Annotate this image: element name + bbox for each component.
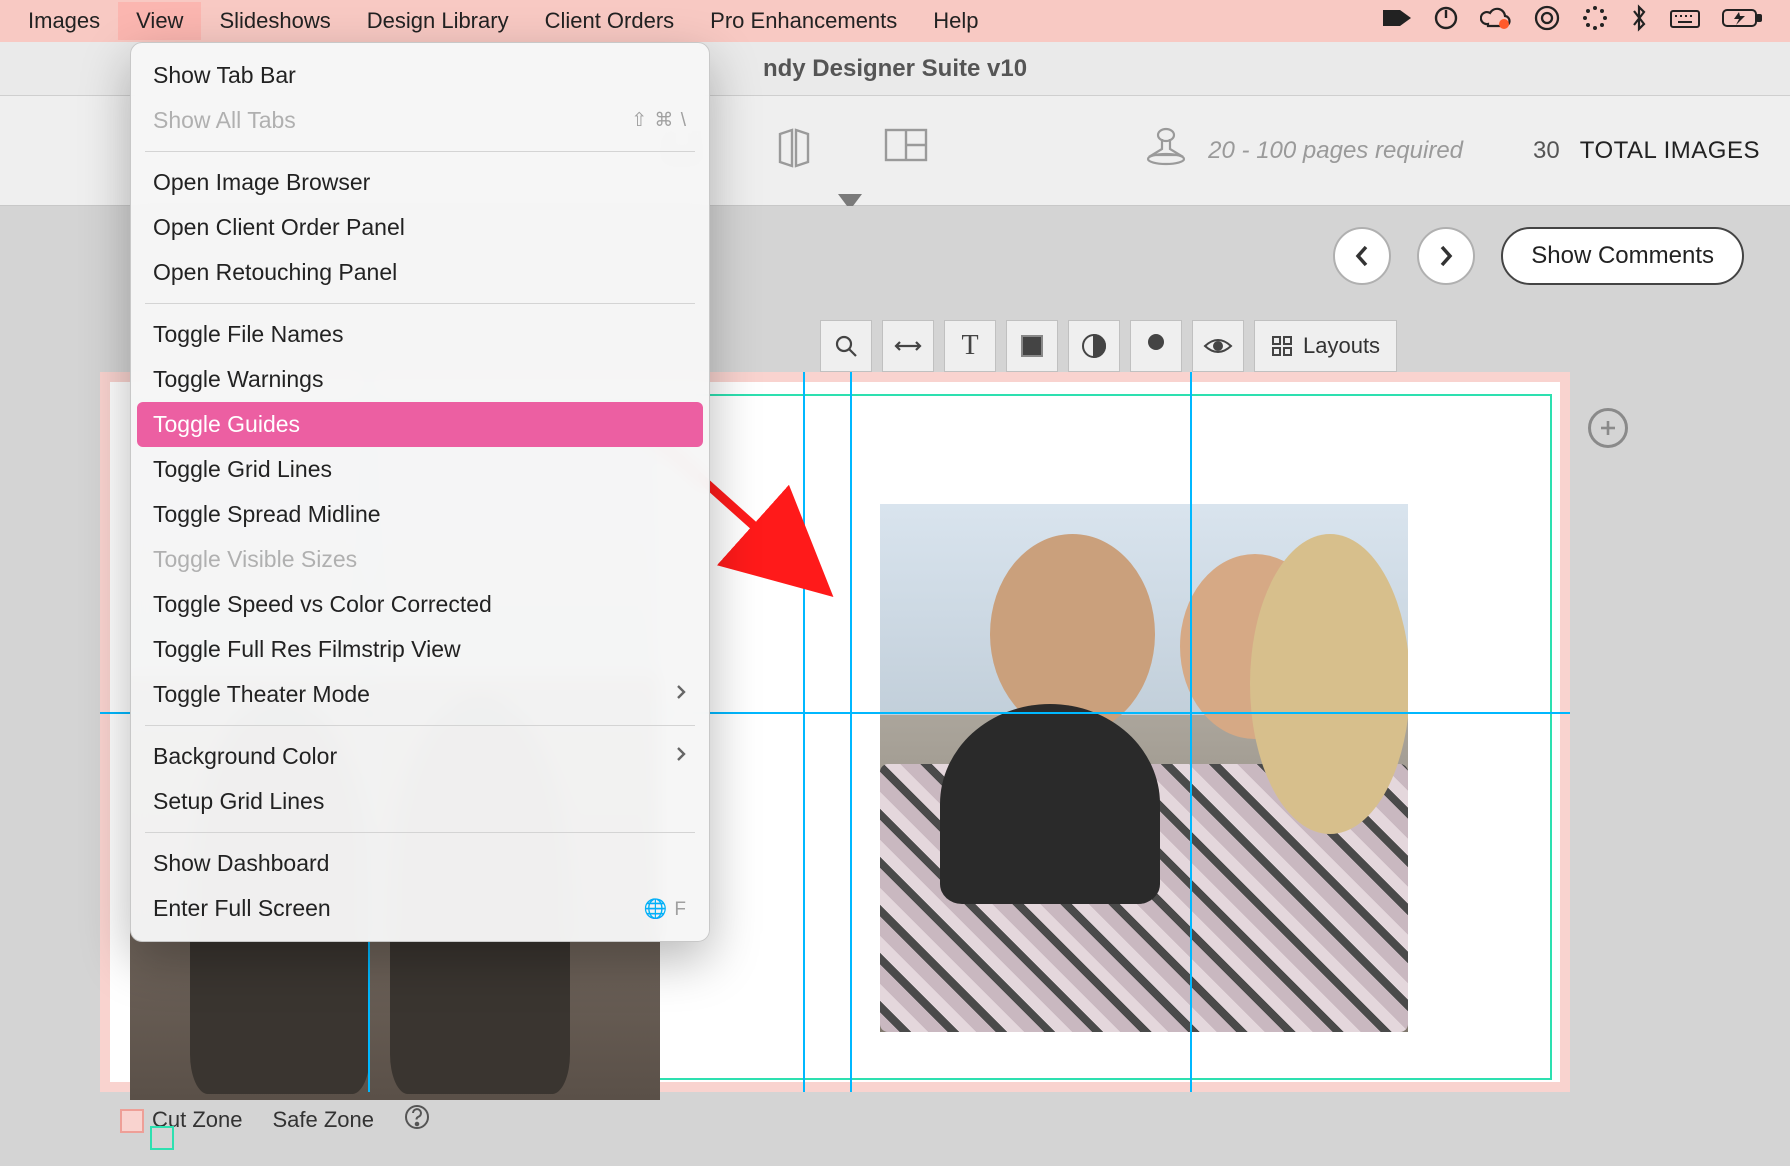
right-page-photo[interactable] — [880, 504, 1408, 1032]
menu-item-label: Toggle Speed vs Color Corrected — [153, 591, 492, 618]
safe-zone-legend: Safe Zone — [273, 1107, 375, 1133]
menu-item-label: Background Color — [153, 743, 337, 770]
menu-item-label: Toggle Spread Midline — [153, 501, 381, 528]
menubar: Images View Slideshows Design Library Cl… — [0, 0, 1790, 42]
menu-item-label: Toggle Theater Mode — [153, 681, 370, 708]
view-menu-item[interactable]: Toggle Warnings — [131, 357, 709, 402]
layouts-label: Layouts — [1303, 333, 1380, 359]
menu-item-label: Toggle Visible Sizes — [153, 546, 357, 573]
view-menu-item[interactable]: Toggle File Names — [131, 312, 709, 357]
menu-item-label: Show Tab Bar — [153, 62, 296, 89]
menu-images[interactable]: Images — [10, 2, 118, 40]
menu-item-label: Open Image Browser — [153, 169, 370, 196]
flag-icon[interactable] — [1382, 7, 1412, 35]
canvas-tool-row: T Layouts — [820, 320, 1397, 372]
menu-help[interactable]: Help — [915, 2, 996, 40]
menu-pro-enhancements[interactable]: Pro Enhancements — [692, 2, 915, 40]
view-menu-item[interactable]: Toggle Spread Midline — [131, 492, 709, 537]
pages-required-label: 20 - 100 pages required — [1208, 137, 1463, 165]
menu-item-label: Toggle Grid Lines — [153, 456, 332, 483]
loading-icon[interactable] — [1582, 5, 1608, 37]
pages-icon[interactable] — [774, 126, 814, 175]
keyboard-icon[interactable] — [1670, 7, 1700, 35]
menu-view[interactable]: View — [118, 2, 201, 40]
preview-tool[interactable] — [1192, 320, 1244, 372]
guide-vertical — [850, 372, 852, 1092]
view-menu-item[interactable]: Show Tab Bar — [131, 53, 709, 98]
cloud-sync-icon[interactable] — [1480, 6, 1512, 36]
swap-tool[interactable] — [882, 320, 934, 372]
view-menu-item[interactable]: Toggle Grid Lines — [131, 447, 709, 492]
chevron-right-icon — [675, 746, 687, 767]
view-menu-item[interactable]: Toggle Speed vs Color Corrected — [131, 582, 709, 627]
help-icon[interactable] — [404, 1104, 430, 1136]
fill-tool[interactable] — [1006, 320, 1058, 372]
bluetooth-icon[interactable] — [1630, 4, 1648, 38]
menu-shortcut: 🌐 F — [643, 897, 687, 921]
status-icons — [1382, 4, 1790, 38]
show-comments-label: Show Comments — [1531, 242, 1714, 270]
target-icon[interactable] — [1534, 5, 1560, 37]
menu-slideshows[interactable]: Slideshows — [201, 2, 348, 40]
menu-design-library[interactable]: Design Library — [349, 2, 527, 40]
view-menu-item: Show All Tabs ⇧ ⌘ \ — [131, 98, 709, 143]
menu-client-orders[interactable]: Client Orders — [527, 2, 693, 40]
power-icon[interactable] — [1434, 6, 1458, 36]
view-menu-item: Toggle Visible Sizes — [131, 537, 709, 582]
view-menu-item[interactable]: Open Retouching Panel — [131, 250, 709, 295]
guide-vertical — [803, 372, 805, 1092]
guide-vertical — [1190, 372, 1192, 1092]
view-menu-item[interactable]: Open Client Order Panel — [131, 205, 709, 250]
menu-shortcut: ⇧ ⌘ \ — [631, 109, 687, 132]
view-menu-item[interactable]: Background Color — [131, 734, 709, 779]
contrast-tool[interactable] — [1068, 320, 1120, 372]
menu-item-label: Setup Grid Lines — [153, 788, 324, 815]
next-page-button[interactable] — [1417, 227, 1475, 285]
battery-icon[interactable] — [1722, 7, 1762, 35]
cut-zone-legend: Cut Zone — [120, 1107, 243, 1133]
view-menu-item[interactable]: Setup Grid Lines — [131, 779, 709, 824]
view-menu-item[interactable]: Toggle Guides — [137, 402, 703, 447]
view-menu-item[interactable]: Show Dashboard — [131, 841, 709, 886]
pin-tool[interactable] — [1130, 320, 1182, 372]
total-images-count: 30 — [1533, 137, 1560, 165]
menu-item-label: Enter Full Screen — [153, 895, 331, 922]
menu-item-label: Toggle Guides — [153, 411, 300, 438]
view-menu-item[interactable]: Toggle Full Res Filmstrip View — [131, 627, 709, 672]
view-menu-item[interactable]: Open Image Browser — [131, 160, 709, 205]
zone-legend: Cut Zone Safe Zone — [120, 1104, 430, 1136]
menu-item-label: Open Client Order Panel — [153, 214, 405, 241]
view-menu-item[interactable]: Enter Full Screen 🌐 F — [131, 886, 709, 931]
window-title: ndy Designer Suite v10 — [763, 55, 1027, 83]
chevron-right-icon — [675, 684, 687, 705]
menu-item-label: Toggle File Names — [153, 321, 343, 348]
total-images-label: TOTAL IMAGES — [1580, 137, 1760, 165]
layout-grid-icon[interactable] — [884, 126, 928, 175]
menu-item-label: Toggle Full Res Filmstrip View — [153, 636, 461, 663]
zoom-tool[interactable] — [820, 320, 872, 372]
view-menu-item[interactable]: Toggle Theater Mode — [131, 672, 709, 717]
view-menu-dropdown: Show Tab Bar Show All Tabs ⇧ ⌘ \ Open Image… — [130, 42, 710, 942]
text-tool[interactable]: T — [944, 320, 996, 372]
menu-item-label: Toggle Warnings — [153, 366, 323, 393]
menu-item-label: Show Dashboard — [153, 850, 329, 877]
layouts-button[interactable]: Layouts — [1254, 320, 1397, 372]
menu-item-label: Open Retouching Panel — [153, 259, 397, 286]
stamp-icon[interactable] — [1144, 125, 1188, 176]
add-page-button[interactable] — [1588, 408, 1628, 448]
menu-item-label: Show All Tabs — [153, 107, 296, 134]
show-comments-button[interactable]: Show Comments — [1501, 227, 1744, 285]
prev-page-button[interactable] — [1333, 227, 1391, 285]
